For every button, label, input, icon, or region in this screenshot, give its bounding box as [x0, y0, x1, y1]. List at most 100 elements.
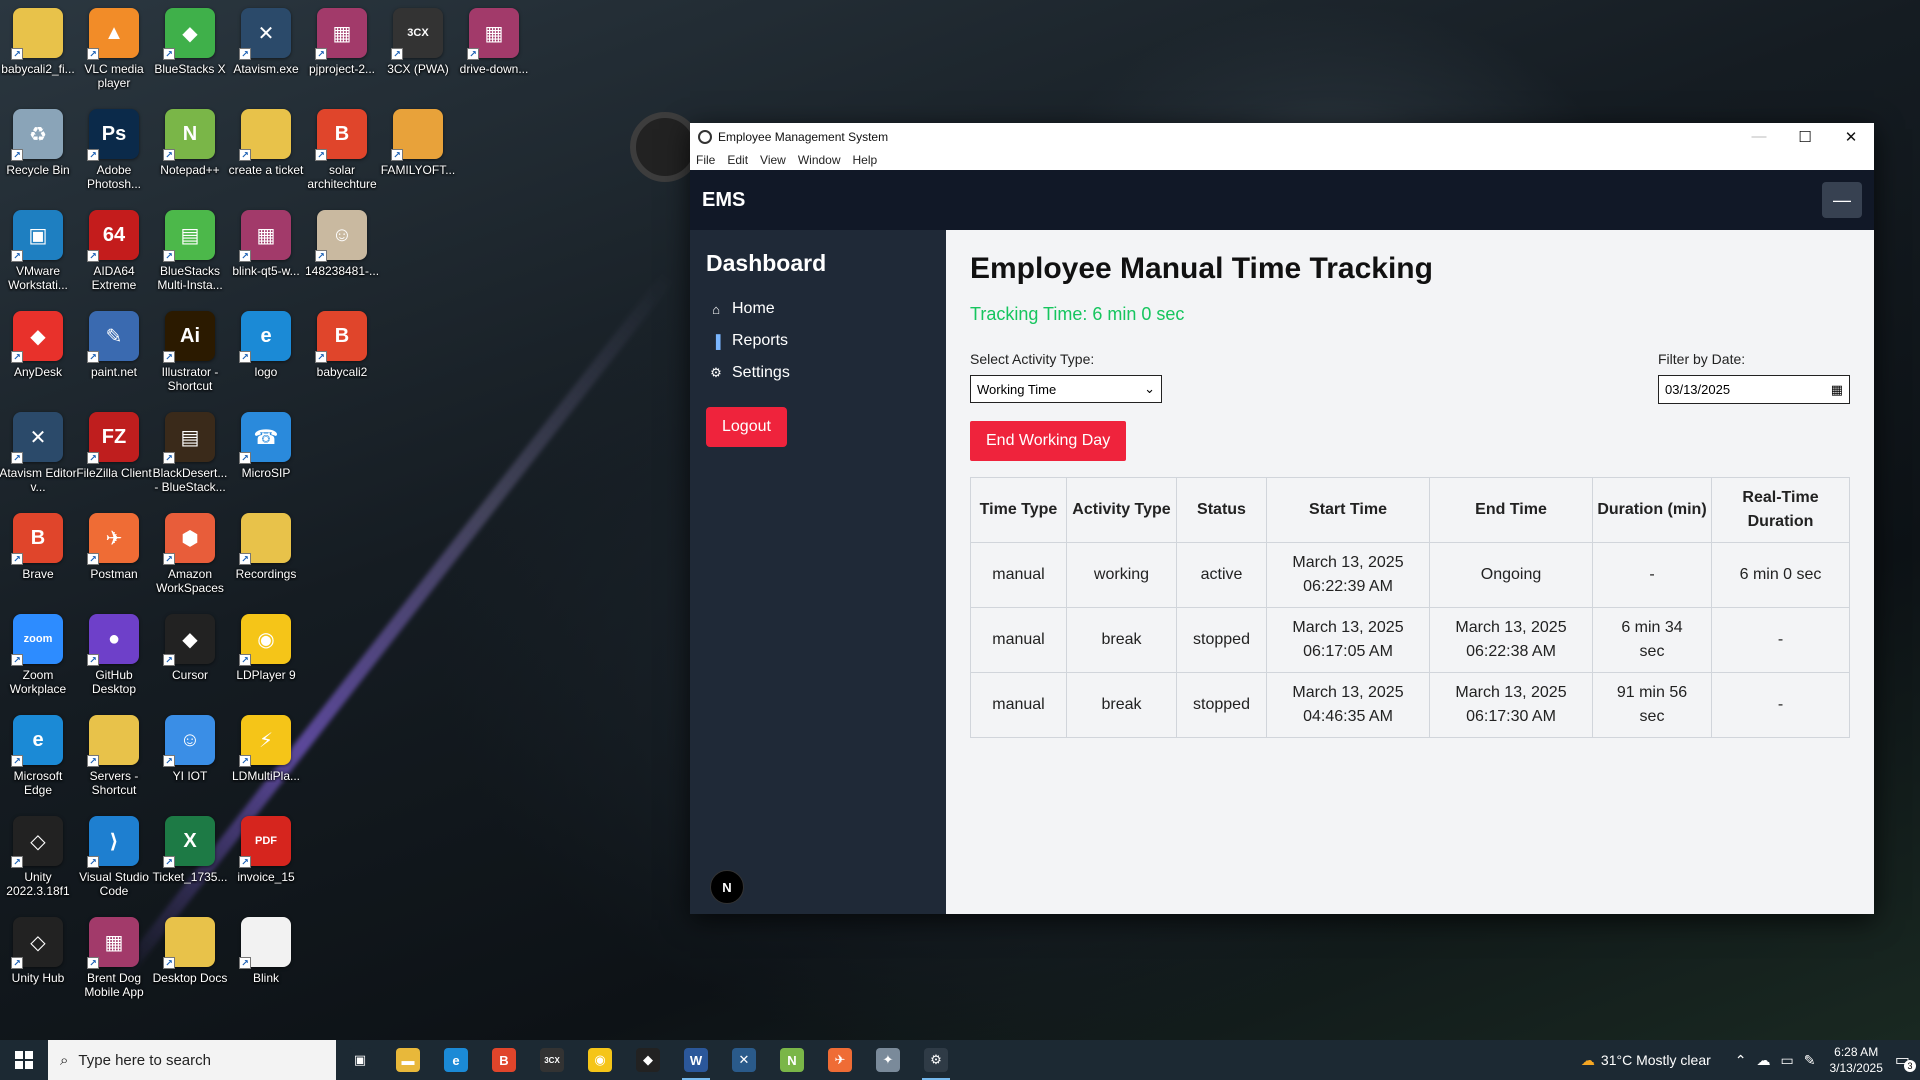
nextjs-badge[interactable]: N: [710, 870, 744, 904]
taskbar-app-cursor[interactable]: ◆: [624, 1040, 672, 1080]
chevron-up-icon[interactable]: ⌃: [1735, 1052, 1747, 1069]
taskbar-app-file-explorer[interactable]: ▬: [384, 1040, 432, 1080]
desktop-icon[interactable]: ◆ ↗ AnyDesk: [0, 303, 76, 401]
desktop-icon[interactable]: ↗ create a ticket: [228, 101, 304, 199]
desktop-icon[interactable]: ▦ ↗ drive-down...: [456, 0, 532, 98]
desktop-icon[interactable]: ◆ ↗ BlueStacks X: [152, 0, 228, 98]
desktop-icon[interactable]: ▤ ↗ BlueStacks Multi-Insta...: [152, 202, 228, 300]
menu-help[interactable]: Help: [853, 153, 878, 167]
taskbar-app-ldplayer[interactable]: ◉: [576, 1040, 624, 1080]
desktop-icon[interactable]: Ai ↗ Illustrator - Shortcut: [152, 303, 228, 401]
desktop-icon[interactable]: ▦ ↗ pjproject-2...: [304, 0, 380, 98]
filter-date-input[interactable]: 03/13/2025 ▦: [1658, 375, 1850, 404]
desktop-icon[interactable]: ◇ ↗ Unity Hub: [0, 909, 76, 1007]
desktop-icon[interactable]: FZ ↗ FileZilla Client: [76, 404, 152, 502]
desktop-icon[interactable]: ☺ ↗ 148238481-...: [304, 202, 380, 300]
weather-text[interactable]: 31°C Mostly clear: [1601, 1052, 1711, 1068]
desktop-icon[interactable]: ⚡ ↗ LDMultiPla...: [228, 707, 304, 805]
desktop-icon[interactable]: 3CX ↗ 3CX (PWA): [380, 0, 456, 98]
taskbar-app-edge[interactable]: e: [432, 1040, 480, 1080]
desktop-icon[interactable]: e ↗ logo: [228, 303, 304, 401]
desktop-icon[interactable]: ▦ ↗ blink-qt5-w...: [228, 202, 304, 300]
maximize-button[interactable]: ☐: [1782, 123, 1828, 150]
desktop-icon-label: AIDA64 Extreme: [91, 264, 137, 292]
desktop-icon[interactable]: ● ↗ GitHub Desktop: [76, 606, 152, 704]
menu-window[interactable]: Window: [798, 153, 841, 167]
desktop-icon[interactable]: ☎ ↗ MicroSIP: [228, 404, 304, 502]
pen-icon[interactable]: ✎: [1804, 1052, 1816, 1069]
desktop-icon[interactable]: ↗ Desktop Docs: [152, 909, 228, 1007]
desktop-icon[interactable]: ◇ ↗ Unity 2022.3.18f1: [0, 808, 76, 906]
desktop-icon[interactable]: N ↗ Notepad++: [152, 101, 228, 199]
desktop-icon[interactable]: ✎ ↗ paint.net: [76, 303, 152, 401]
menu-view[interactable]: View: [760, 153, 786, 167]
desktop-icon[interactable]: ✈ ↗ Postman: [76, 505, 152, 603]
desktop-icon-label: Visual Studio Code: [79, 870, 149, 898]
activity-type-select[interactable]: Working Time ⌄: [970, 375, 1162, 403]
taskbar-app-brave[interactable]: B: [480, 1040, 528, 1080]
menu-edit[interactable]: Edit: [727, 153, 748, 167]
desktop-icon[interactable]: zoom ↗ Zoom Workplace: [0, 606, 76, 704]
shortcut-arrow-icon: ↗: [315, 250, 327, 262]
desktop-icon[interactable]: ✕ ↗ Atavism.exe: [228, 0, 304, 98]
minimize-button[interactable]: —: [1736, 123, 1782, 150]
cell: March 13, 2025 04:46:35 AM: [1266, 672, 1430, 738]
desktop-icon[interactable]: B ↗ babycali2: [304, 303, 380, 401]
desktop-icon[interactable]: B ↗ solar architechture: [304, 101, 380, 199]
weather-icon[interactable]: ☁: [1581, 1052, 1595, 1069]
desktop-icon[interactable]: ↗ Servers - Shortcut: [76, 707, 152, 805]
desktop-icon-label: Cursor: [171, 668, 208, 682]
desktop-icon[interactable]: Ps ↗ Adobe Photosh...: [76, 101, 152, 199]
start-button[interactable]: [0, 1040, 48, 1080]
sidebar-item-reports[interactable]: ▐ Reports: [706, 325, 930, 357]
desktop-icon[interactable]: ▲ ↗ VLC media player: [76, 0, 152, 98]
desktop-icon[interactable]: ◉ ↗ LDPlayer 9: [228, 606, 304, 704]
taskbar-app-electron-app[interactable]: ⚙: [912, 1040, 960, 1080]
desktop-icon[interactable]: e ↗ Microsoft Edge: [0, 707, 76, 805]
taskbar-app-app-blue[interactable]: ✕: [720, 1040, 768, 1080]
clock[interactable]: 6:28 AM 3/13/2025: [1829, 1044, 1882, 1076]
desktop-icon-label: Illustrator - Shortcut: [161, 365, 219, 393]
desktop-icon[interactable]: ✕ ↗ Atavism Editor v...: [0, 404, 77, 502]
desktop-icon[interactable]: ↗ Blink: [228, 909, 304, 1007]
logout-button[interactable]: Logout: [706, 407, 787, 447]
onedrive-icon[interactable]: ☁: [1757, 1052, 1771, 1069]
desktop-icon-label: FileZilla Client: [76, 466, 152, 480]
desktop-icon[interactable]: ◆ ↗ Cursor: [152, 606, 228, 704]
taskbar-app-postman[interactable]: ✈: [816, 1040, 864, 1080]
taskbar-app-app-bird[interactable]: ✦: [864, 1040, 912, 1080]
desktop-icon[interactable]: ▣ ↗ VMware Workstati...: [0, 202, 76, 300]
desktop-icon[interactable]: ↗ Recordings: [228, 505, 304, 603]
shortcut-arrow-icon: ↗: [163, 957, 175, 969]
taskbar-app-task-view[interactable]: ▣: [336, 1040, 384, 1080]
desktop-icon[interactable]: ▤ ↗ BlackDesert... - BlueStack...: [152, 404, 228, 502]
desktop-icon-label: Unity 2022.3.18f1: [6, 870, 70, 898]
desktop-icon[interactable]: ☺ ↗ YI IOT: [152, 707, 228, 805]
calendar-icon[interactable]: ▦: [1831, 382, 1843, 398]
meet-icon[interactable]: ▭: [1781, 1052, 1794, 1069]
sidebar-item-settings[interactable]: ⚙ Settings: [706, 357, 930, 389]
taskbar-app-3cx[interactable]: 3CX: [528, 1040, 576, 1080]
notification-icon[interactable]: ▭ 3: [1895, 1050, 1916, 1072]
taskbar-search-input[interactable]: ⌕ Type here to search: [48, 1040, 336, 1080]
menu-file[interactable]: File: [696, 153, 715, 167]
desktop-icon[interactable]: ♻ ↗ Recycle Bin: [0, 101, 76, 199]
taskbar-app-notepad-plus[interactable]: N: [768, 1040, 816, 1080]
brand-logo[interactable]: EMS: [702, 189, 1822, 212]
desktop-icon[interactable]: ⟩ ↗ Visual Studio Code: [76, 808, 152, 906]
desktop-icon[interactable]: ↗ babycali2_fi...: [0, 0, 76, 98]
desktop-icon[interactable]: PDF ↗ invoice_15: [228, 808, 304, 906]
sidebar-item-home[interactable]: ⌂ Home: [706, 293, 930, 325]
window-titlebar[interactable]: Employee Management System — ☐ ✕: [690, 123, 1874, 150]
taskbar-app-word[interactable]: W: [672, 1040, 720, 1080]
menu-toggle-button[interactable]: —: [1822, 182, 1862, 218]
end-working-day-button[interactable]: End Working Day: [970, 421, 1127, 461]
desktop-icon[interactable]: X ↗ Ticket_1735...: [152, 808, 228, 906]
desktop-icon[interactable]: ▦ ↗ Brent Dog Mobile App: [76, 909, 152, 1007]
desktop-icon[interactable]: B ↗ Brave: [0, 505, 76, 603]
desktop-icon[interactable]: ↗ FAMILYOFT...: [380, 101, 456, 199]
desktop-icon[interactable]: 64 ↗ AIDA64 Extreme: [76, 202, 152, 300]
shortcut-arrow-icon: ↗: [467, 48, 479, 60]
desktop-icon[interactable]: ⬢ ↗ Amazon WorkSpaces: [152, 505, 228, 603]
close-button[interactable]: ✕: [1828, 123, 1874, 150]
